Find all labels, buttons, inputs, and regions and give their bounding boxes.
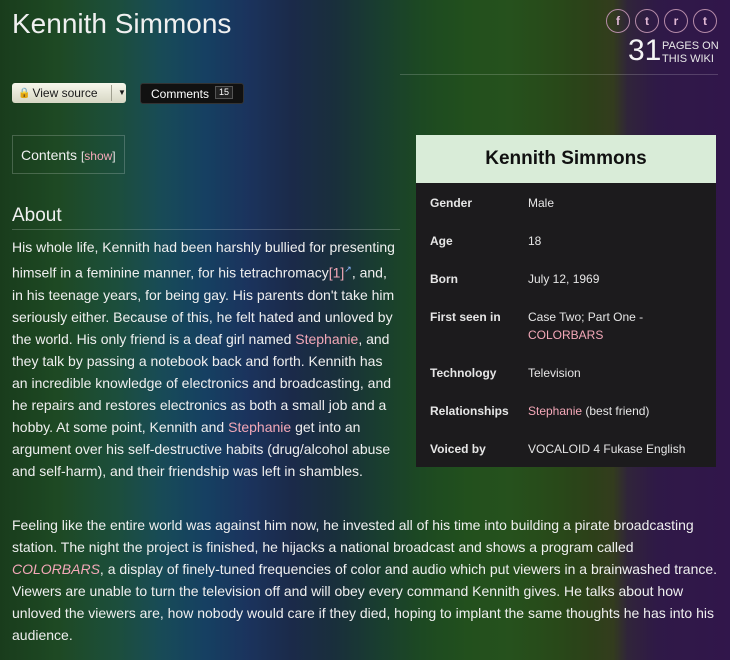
pages-label: PAGES ON THIS WIKI bbox=[662, 40, 722, 66]
twitter-icon[interactable]: t bbox=[635, 9, 659, 33]
infobox-row-label: Born bbox=[430, 272, 458, 286]
lock-icon: 🔒 bbox=[18, 87, 31, 99]
infobox-row-label: First seen in bbox=[430, 310, 501, 324]
external-link-icon[interactable]: ↗ bbox=[344, 264, 352, 274]
infobox-row-value: VOCALOID 4 Fukase English bbox=[528, 440, 708, 458]
infobox-value-text: July 12, 1969 bbox=[528, 272, 600, 286]
section-divider bbox=[12, 229, 400, 230]
infobox-row-label: Voiced by bbox=[430, 442, 486, 456]
infobox-row-value: Television bbox=[528, 364, 708, 382]
toc-show-link[interactable]: show bbox=[84, 149, 112, 163]
view-source-button[interactable]: 🔒 View source ▼ bbox=[12, 83, 126, 103]
infobox-value-text: (best friend) bbox=[582, 404, 650, 418]
infobox-row-value: July 12, 1969 bbox=[528, 270, 708, 288]
infobox-value-text: Television bbox=[528, 366, 581, 380]
reddit-icon[interactable]: r bbox=[664, 9, 688, 33]
inline-link[interactable]: Stephanie bbox=[228, 419, 291, 435]
infobox-value-text: VOCALOID 4 Fukase English bbox=[528, 442, 686, 456]
infobox-row-value: Case Two; Part One - COLORBARS bbox=[528, 308, 708, 344]
toc-label: Contents bbox=[21, 147, 78, 163]
inline-link[interactable]: [1] bbox=[329, 265, 345, 281]
about-paragraph-1: His whole life, Kennith had been harshly… bbox=[12, 236, 400, 482]
infobox-value-link[interactable]: COLORBARS bbox=[528, 328, 603, 342]
pages-label-line2: THIS WIKI bbox=[662, 53, 714, 65]
page-title: Kennith Simmons bbox=[12, 8, 232, 39]
comments-label: Comments bbox=[151, 86, 210, 101]
comments-count-badge: 15 bbox=[215, 86, 234, 99]
pages-count: 31 bbox=[628, 34, 662, 67]
pages-label-line1: PAGES ON bbox=[662, 40, 719, 52]
toc-toggle: [show] bbox=[81, 149, 116, 163]
infobox-row-value: Male bbox=[528, 194, 708, 212]
view-source-label: View source bbox=[32, 86, 98, 100]
character-infobox: Kennith Simmons Gender Male Age 18 Born July … bbox=[416, 135, 716, 467]
infobox-title: Kennith Simmons bbox=[416, 135, 716, 183]
infobox-value-text: Case Two; Part One - bbox=[528, 310, 644, 324]
comments-button[interactable]: Comments 15 bbox=[140, 83, 244, 104]
infobox-row-label: Age bbox=[430, 234, 453, 248]
tumblr-icon[interactable]: t bbox=[693, 9, 717, 33]
inline-link[interactable]: Stephanie bbox=[295, 331, 358, 347]
paragraph-text: Feeling like the entire world was agains… bbox=[12, 517, 694, 555]
infobox-value-text: 18 bbox=[528, 234, 542, 248]
paragraph-text: , a display of finely-tuned frequencies … bbox=[12, 561, 718, 643]
infobox-row-label: Technology bbox=[430, 366, 497, 380]
infobox-value-text: Male bbox=[528, 196, 555, 210]
table-of-contents: Contents [show] bbox=[12, 135, 125, 174]
about-heading: About bbox=[12, 205, 62, 226]
facebook-icon[interactable]: f bbox=[606, 9, 630, 33]
toc-bracket-close: ] bbox=[112, 149, 116, 163]
header-divider bbox=[400, 74, 718, 75]
infobox-value-link[interactable]: Stephanie bbox=[528, 404, 582, 418]
infobox-row-value: Stephanie (best friend) bbox=[528, 402, 708, 420]
inline-link[interactable]: COLORBARS bbox=[12, 561, 100, 577]
infobox-row-value: 18 bbox=[528, 232, 708, 250]
chevron-down-icon[interactable]: ▼ bbox=[118, 88, 126, 97]
infobox-row-label: Gender bbox=[430, 196, 473, 210]
about-paragraph-2: Feeling like the entire world was agains… bbox=[12, 514, 718, 646]
button-separator bbox=[111, 85, 112, 101]
infobox-row-label: Relationships bbox=[430, 404, 509, 418]
